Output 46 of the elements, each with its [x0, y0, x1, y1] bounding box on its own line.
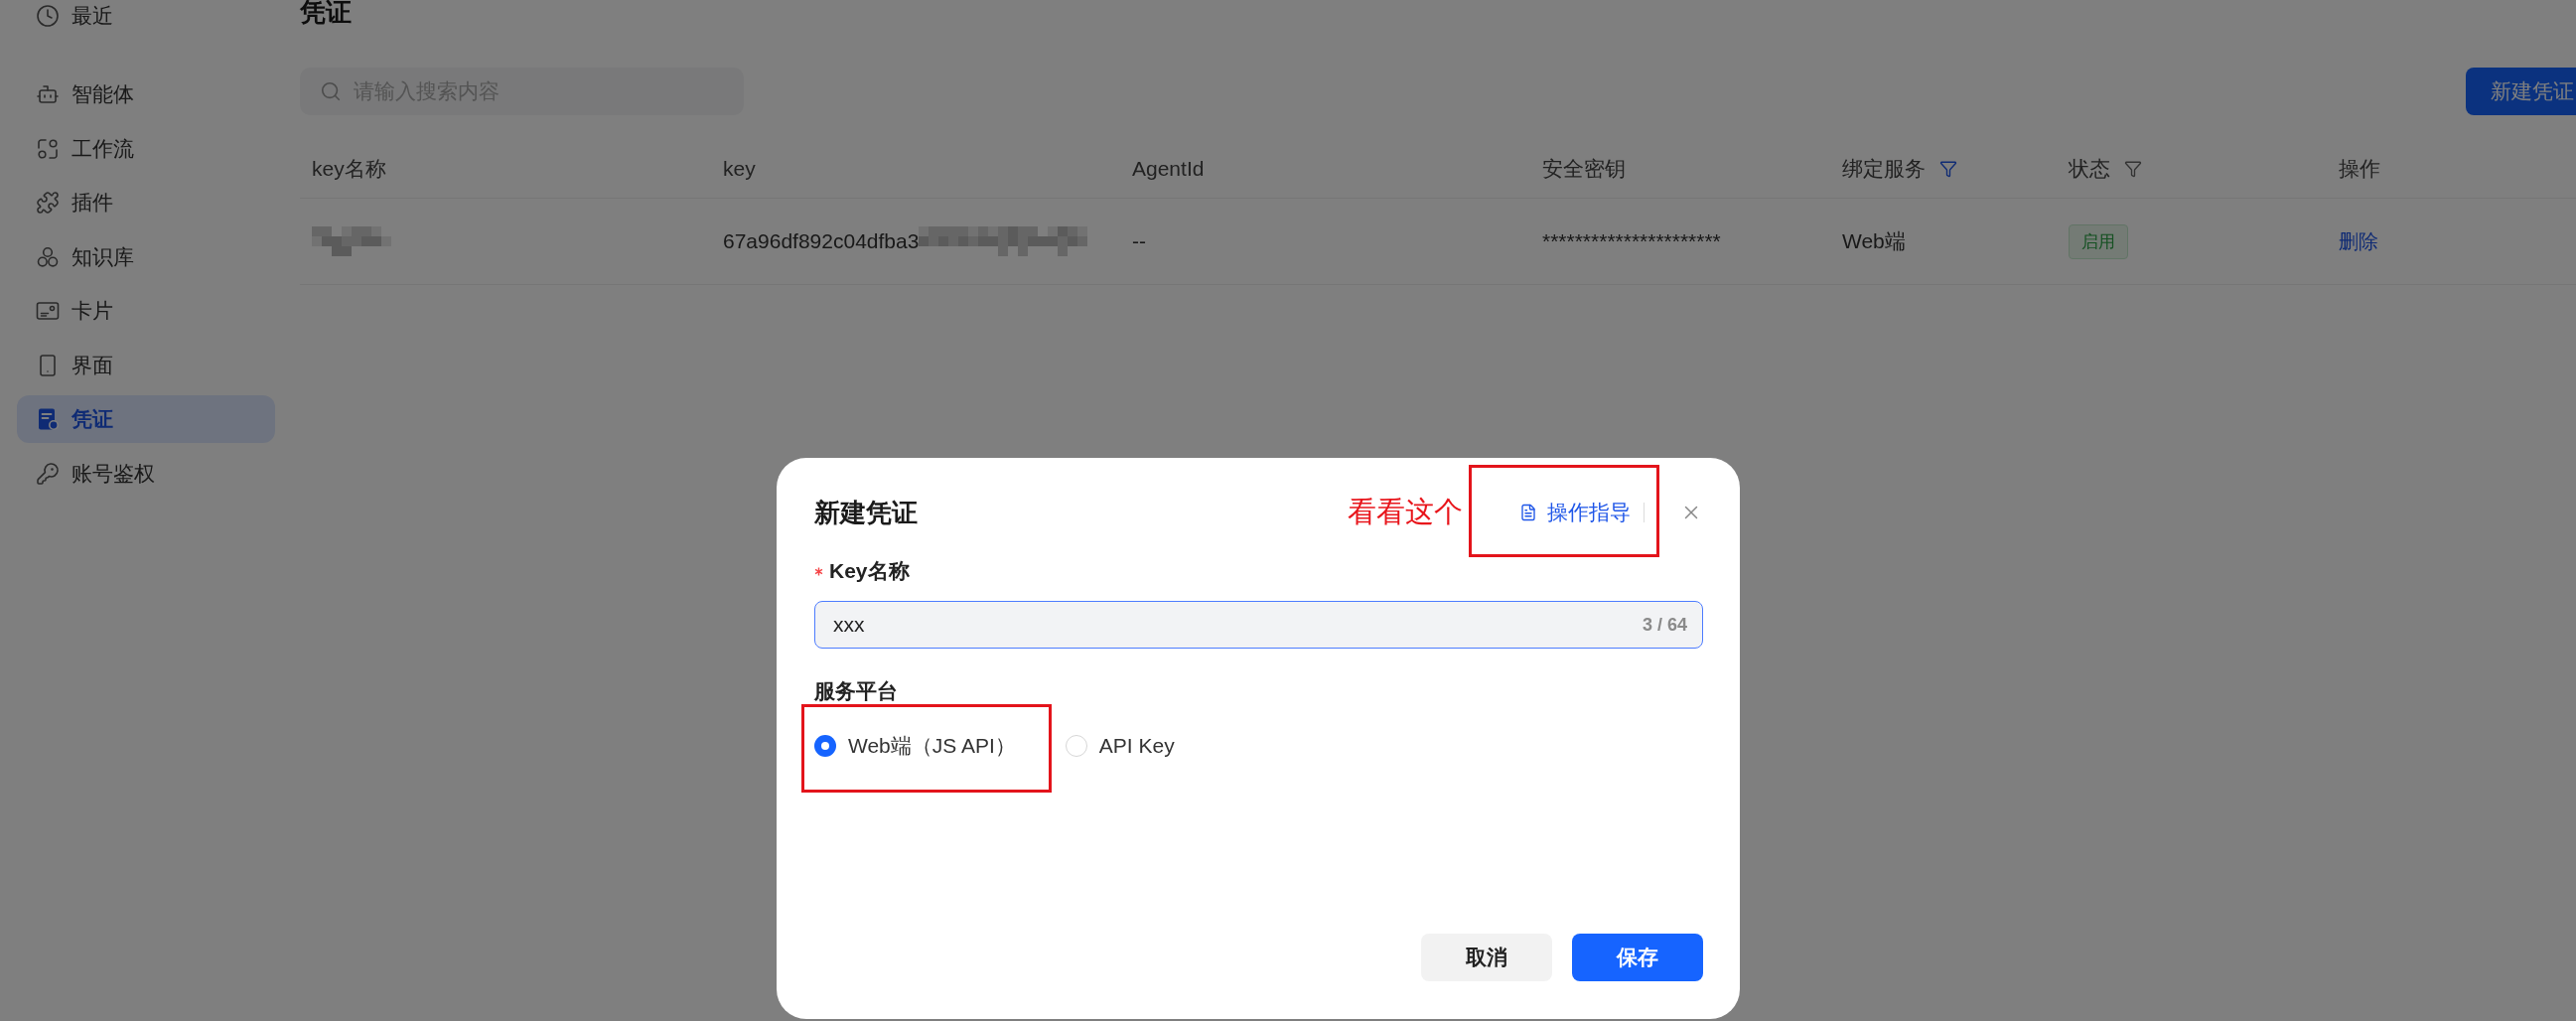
cancel-button[interactable]: 取消	[1421, 934, 1552, 981]
puzzle-icon	[36, 191, 60, 215]
table-cell-text: **********************	[1542, 229, 1721, 253]
sidebar-item[interactable]: 账号鉴权	[17, 449, 275, 498]
filter-icon[interactable]	[1939, 159, 1957, 178]
clock-icon	[36, 4, 60, 28]
sidebar-item[interactable]: 智能体	[17, 71, 275, 118]
sidebar-item[interactable]: 知识库	[17, 232, 275, 281]
new-credential-button[interactable]: 新建凭证	[2466, 68, 2576, 115]
page-title: 凭证	[300, 0, 352, 27]
status-tag: 启用	[2069, 223, 2128, 259]
sidebar-item[interactable]: 最近	[17, 0, 275, 40]
table-cell-text: --	[1132, 229, 1146, 253]
robot-icon	[36, 82, 60, 106]
sidebar-item[interactable]: 工作流	[17, 124, 275, 173]
column-header: AgentId	[1132, 156, 1205, 181]
sidebar-item[interactable]: 界面	[17, 341, 275, 389]
column-header: 状态	[2069, 155, 2110, 182]
guide-link[interactable]: 操作指导	[1519, 498, 1631, 527]
column-header: 安全密钥	[1542, 155, 1626, 182]
field-label: 服务平台	[814, 679, 898, 702]
radio-option[interactable]: API Key	[1065, 731, 1175, 761]
filter-icon[interactable]	[2124, 159, 2142, 178]
column-header: key	[723, 156, 756, 181]
dialog-title: 新建凭证	[814, 496, 918, 529]
card-icon	[36, 299, 60, 323]
table-cell-text: Web端	[1842, 228, 1906, 254]
document-icon	[1519, 504, 1537, 521]
column-header: key名称	[312, 155, 386, 182]
column-header: 绑定服务	[1842, 155, 1926, 182]
radio-option[interactable]: Web端（JS API）	[814, 731, 1016, 761]
sidebar-item[interactable]: 卡片	[17, 287, 275, 335]
document-icon	[36, 407, 60, 431]
sidebar-item[interactable]: 凭证	[17, 395, 275, 443]
char-counter: 3 / 64	[1642, 614, 1687, 636]
key-icon	[36, 461, 60, 486]
sidebar-item[interactable]: 插件	[17, 179, 275, 226]
save-button[interactable]: 保存	[1572, 934, 1703, 981]
workflow-icon	[36, 136, 60, 161]
table-cell-text: 67a96df892c04dfba3	[723, 229, 920, 253]
circles-icon	[36, 244, 60, 269]
field-label: Key名称	[829, 558, 910, 584]
column-header: 操作	[2339, 155, 2380, 182]
search-icon	[320, 80, 342, 102]
annotation-note: 看看这个	[1348, 495, 1463, 529]
delete-link[interactable]: 删除	[2339, 227, 2378, 255]
